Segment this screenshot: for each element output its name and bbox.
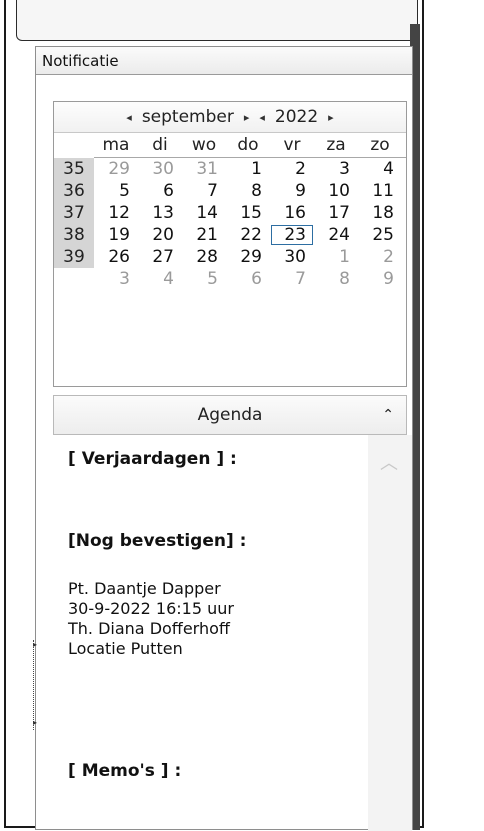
memos-heading: [ Memo's ] :	[68, 761, 182, 781]
calendar-day[interactable]: 7	[270, 268, 314, 290]
mini-calendar: ◂ september ▸ ◂ 2022 ▸ ma di wo do vr za zo 35…	[53, 101, 407, 387]
calendar-day[interactable]: 2	[270, 158, 314, 180]
birthdays-heading: [ Verjaardagen ] :	[68, 449, 237, 469]
calendar-week-row: 38 19 20 21 22 23 24 25	[54, 224, 406, 246]
notification-panel: Notificatie ◂ september ▸ ◂ 2022 ▸ ma di w…	[35, 46, 413, 831]
calendar-day[interactable]: 18	[358, 202, 402, 224]
calendar-day[interactable]: 2	[358, 246, 402, 268]
prev-year-icon[interactable]: ◂	[259, 111, 265, 124]
top-toolbar	[16, 0, 418, 41]
calendar-day[interactable]: 26	[94, 246, 138, 268]
agenda-header-bar[interactable]: Agenda ⌃	[53, 395, 407, 435]
week-number[interactable]: 38	[54, 224, 94, 246]
calendar-week-row: 35 29 30 31 1 2 3 4	[54, 158, 406, 180]
notification-header: Notificatie	[36, 47, 412, 75]
calendar-day[interactable]: 15	[226, 202, 270, 224]
calendar-day[interactable]: 25	[358, 224, 402, 246]
calendar-week-row: 39 26 27 28 29 30 1 2	[54, 246, 406, 268]
year-label[interactable]: 2022	[275, 107, 318, 127]
weeks-container: 35 29 30 31 1 2 3 4 36 5 6 7 8 9 10 11 37 12 13 14 15 16 17 18 3…	[54, 158, 406, 290]
calendar-grid: ma di wo do vr za zo 35 29 30 31 1 2 3 4 36 5 6 7 8 9 10 11 37…	[54, 133, 406, 290]
calendar-day[interactable]: 29	[226, 246, 270, 268]
calendar-day[interactable]: 6	[138, 180, 182, 202]
weekday-label: do	[237, 135, 259, 155]
splitter-arrow-icon[interactable]: ▸	[33, 718, 37, 727]
double-chevron-up-icon[interactable]: ⌃	[382, 396, 394, 434]
weekday-label: di	[152, 135, 168, 155]
weekday-label: wo	[191, 135, 217, 155]
appointment-datetime: 30-9-2022 16:15 uur	[68, 599, 234, 618]
calendar-day[interactable]: 21	[182, 224, 226, 246]
calendar-day[interactable]: 1	[314, 246, 358, 268]
next-year-icon[interactable]: ▸	[328, 111, 334, 124]
splitter-handle[interactable]	[33, 640, 36, 730]
calendar-day[interactable]: 14	[182, 202, 226, 224]
calendar-day[interactable]: 12	[94, 202, 138, 224]
calendar-day[interactable]: 6	[226, 268, 270, 290]
week-number[interactable]: 35	[54, 158, 94, 180]
calendar-day[interactable]: 19	[94, 224, 138, 246]
weekday-label: za	[326, 135, 346, 155]
calendar-day[interactable]: 8	[314, 268, 358, 290]
splitter-arrow-icon[interactable]: ▸	[33, 640, 37, 649]
calendar-week-row: 37 12 13 14 15 16 17 18	[54, 202, 406, 224]
calendar-day[interactable]: 16	[270, 202, 314, 224]
agenda-text: [ Verjaardagen ] : [Nog bevestigen] : Pt…	[68, 449, 368, 781]
calendar-day[interactable]: 22	[226, 224, 270, 246]
weekday-label: ma	[102, 135, 130, 155]
week-number[interactable]: 39	[54, 246, 94, 268]
agenda-title: Agenda	[197, 405, 263, 425]
week-number[interactable]: 36	[54, 180, 94, 202]
calendar-day[interactable]: 23	[270, 224, 314, 246]
calendar-day[interactable]: 4	[358, 158, 402, 180]
calendar-day[interactable]: 30	[270, 246, 314, 268]
calendar-day[interactable]: 5	[94, 180, 138, 202]
month-label[interactable]: september	[142, 107, 234, 127]
appointment-patient: Pt. Daantje Dapper	[68, 579, 221, 598]
calendar-week-row: 3456789	[54, 268, 406, 290]
confirm-heading: [Nog bevestigen] :	[68, 531, 247, 551]
week-number[interactable]	[54, 268, 94, 290]
weekday-label: vr	[283, 135, 301, 155]
prev-month-icon[interactable]: ◂	[126, 111, 132, 124]
calendar-day[interactable]: 10	[314, 180, 358, 202]
calendar-day[interactable]: 8	[226, 180, 270, 202]
calendar-day[interactable]: 1	[226, 158, 270, 180]
calendar-day[interactable]: 7	[182, 180, 226, 202]
calendar-day[interactable]: 3	[314, 158, 358, 180]
calendar-day[interactable]: 4	[138, 268, 182, 290]
week-number[interactable]: 37	[54, 202, 94, 224]
calendar-day[interactable]: 20	[138, 224, 182, 246]
calendar-day[interactable]: 9	[270, 180, 314, 202]
calendar-day[interactable]: 28	[182, 246, 226, 268]
calendar-day[interactable]: 29	[94, 158, 138, 180]
calendar-day[interactable]: 27	[138, 246, 182, 268]
next-month-icon[interactable]: ▸	[244, 111, 250, 124]
calendar-week-row: 36 5 6 7 8 9 10 11	[54, 180, 406, 202]
appointment-location: Locatie Putten	[68, 639, 183, 658]
calendar-day[interactable]: 31	[182, 158, 226, 180]
weekday-label: zo	[370, 135, 390, 155]
chevron-up-icon[interactable]: ︿	[380, 449, 398, 475]
appointment-therapist: Th. Diana Dofferhoff	[68, 619, 230, 638]
calendar-day[interactable]: 13	[138, 202, 182, 224]
agenda-scrollbar[interactable]: ︿	[368, 435, 412, 831]
calendar-day[interactable]: 11	[358, 180, 402, 202]
calendar-header: ◂ september ▸ ◂ 2022 ▸	[54, 102, 406, 133]
calendar-day[interactable]: 30	[138, 158, 182, 180]
agenda-content: ︿ [ Verjaardagen ] : [Nog bevestigen] : …	[36, 435, 412, 831]
weekday-header-row: ma di wo do vr za zo	[94, 133, 406, 158]
calendar-day[interactable]: 5	[182, 268, 226, 290]
calendar-day[interactable]: 17	[314, 202, 358, 224]
calendar-day[interactable]: 9	[358, 268, 402, 290]
calendar-day[interactable]: 3	[94, 268, 138, 290]
calendar-day[interactable]: 24	[314, 224, 358, 246]
